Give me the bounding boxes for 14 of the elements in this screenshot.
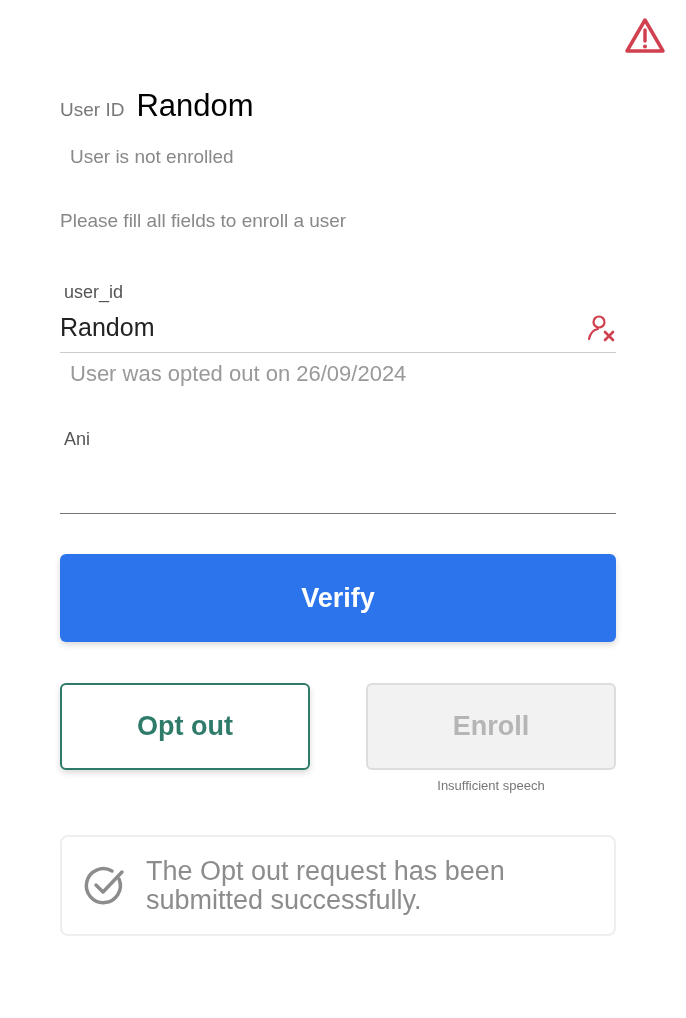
enrollment-status: User is not enrolled	[70, 146, 234, 168]
helper-text: User was opted out on 26/09/2024	[70, 361, 407, 387]
opt-out-button[interactable]: Opt out	[60, 683, 310, 770]
text-field[interactable]: Random	[60, 303, 616, 353]
user-id-label: User ID	[60, 99, 125, 121]
remove-user-icon[interactable]	[586, 313, 616, 343]
user-id-value: Random	[136, 88, 254, 124]
field-label: Ani	[64, 429, 90, 450]
warning-icon	[624, 17, 666, 55]
instruction-text: Please fill all fields to enroll a user	[60, 210, 348, 232]
hint-text: Insufficient speech	[437, 778, 545, 793]
field-label: user_id	[64, 282, 124, 303]
verify-button[interactable]: Verify	[60, 554, 616, 642]
notice-message: The Opt out request has been submitted successfully.	[146, 857, 506, 914]
